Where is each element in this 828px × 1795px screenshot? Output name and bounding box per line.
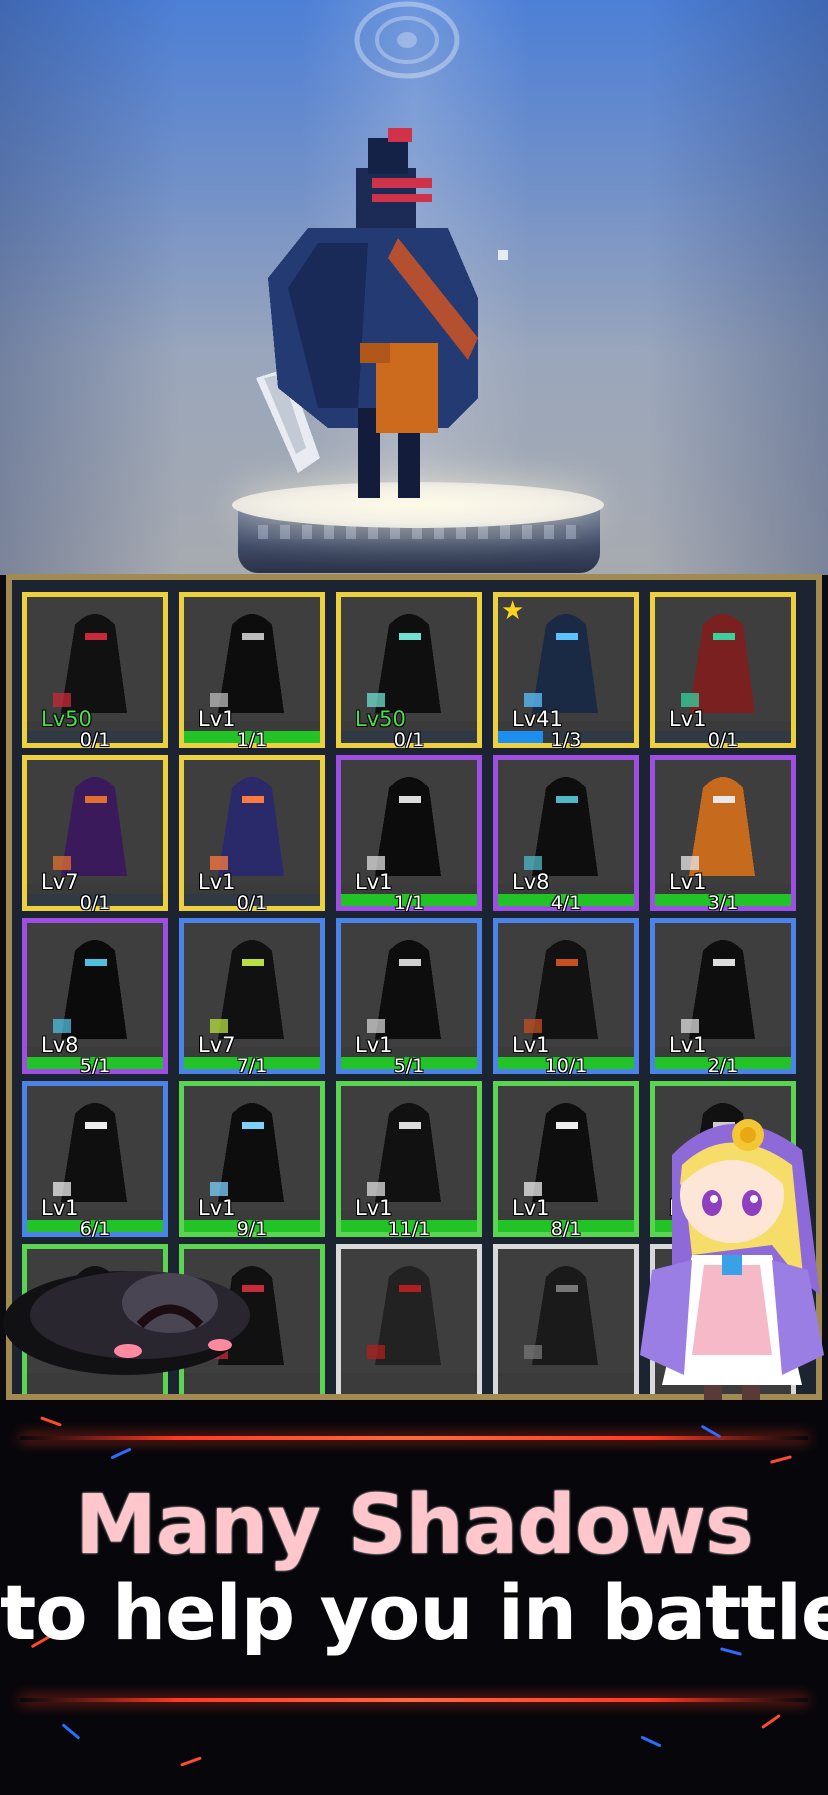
- stage-shade-right: [648, 0, 828, 575]
- shadow-card[interactable]: Lv50 0/1: [336, 592, 482, 751]
- shadow-card[interactable]: Lv1 10/1: [493, 918, 639, 1077]
- promo-banner: Many Shadows to help you in battle: [0, 1400, 828, 1795]
- favorite-star-icon: ★: [501, 596, 525, 626]
- shadow-portrait: [655, 597, 791, 721]
- shadow-card[interactable]: Lv1 3/1: [650, 755, 796, 914]
- shard-count-label: 11/1: [387, 1218, 431, 1240]
- shadow-portrait: [184, 597, 320, 721]
- blob-mascot: [3, 1271, 250, 1375]
- shard-count-label: 1/1: [236, 729, 268, 751]
- spark-decoration: [761, 1713, 781, 1730]
- shadow-card[interactable]: Lv1 0/1: [179, 755, 325, 914]
- shadow-portrait: [341, 597, 477, 721]
- shadow-card[interactable]: Lv8 4/1: [493, 755, 639, 914]
- shadow-level-label: Lv1: [512, 1196, 550, 1220]
- headline-line-1: Many Shadows: [75, 1478, 754, 1573]
- shadow-level-label: Lv1: [355, 870, 393, 894]
- shadow-level-label: Lv1: [355, 1196, 393, 1220]
- shadow-card[interactable]: Lv1 5/1: [336, 918, 482, 1077]
- shadow-card[interactable]: Lv1 1/1: [179, 592, 325, 751]
- shard-count-label: 8/1: [550, 1218, 582, 1240]
- shadow-portrait: [27, 923, 163, 1047]
- shadow-portrait: [27, 597, 163, 721]
- shadow-portrait: [184, 760, 320, 884]
- shadow-level-label: Lv41: [512, 707, 563, 731]
- shadow-card[interactable]: Lv1 2/1: [650, 918, 796, 1077]
- shadow-portrait: [655, 923, 791, 1047]
- shard-count-label: 9/1: [236, 1218, 268, 1240]
- shadow-card[interactable]: Lv1 11/1: [336, 1081, 482, 1240]
- shadow-level-label: Lv8: [41, 1033, 79, 1057]
- shadow-portrait: [498, 1249, 634, 1373]
- shadow-card[interactable]: Lv8 5/1: [22, 918, 168, 1077]
- shard-count-label: 0/1: [393, 729, 425, 751]
- shadow-portrait: [341, 1249, 477, 1373]
- shadow-portrait: [184, 1086, 320, 1210]
- shadow-portrait: [498, 923, 634, 1047]
- shadow-portrait: [655, 760, 791, 884]
- shadow-level-label: Lv1: [512, 1033, 550, 1057]
- shard-count-label: 0/1: [79, 729, 111, 751]
- shadow-level-label: Lv1: [355, 1033, 393, 1057]
- shadow-level-label: Lv1: [41, 1196, 79, 1220]
- shadow-level-label: Lv50: [355, 707, 406, 731]
- shard-count-label: 6/1: [79, 1218, 111, 1240]
- shadow-portrait: [498, 760, 634, 884]
- shadow-portrait: [341, 1086, 477, 1210]
- spark-decoration: [40, 1416, 62, 1427]
- stage-shade-left: [0, 0, 180, 575]
- headline-line-2: to help you in battle: [0, 1568, 828, 1657]
- shard-count-label: 0/1: [79, 892, 111, 914]
- shadow-knight-sprite: [256, 128, 508, 498]
- shadow-portrait: [341, 760, 477, 884]
- shadow-card[interactable]: Lv50 0/1: [22, 592, 168, 751]
- shard-count-label: 5/1: [393, 1055, 425, 1077]
- guide-girl-mascot: [640, 1119, 824, 1430]
- spark-decoration: [61, 1723, 81, 1740]
- shadow-portrait: [27, 1086, 163, 1210]
- spark-decoration: [110, 1447, 132, 1460]
- shadow-card[interactable]: Lv1 6/1: [22, 1081, 168, 1240]
- shard-count-label: 7/1: [236, 1055, 268, 1077]
- shard-count-label: 4/1: [550, 892, 582, 914]
- shard-count-label: 5/1: [79, 1055, 111, 1077]
- shadow-card[interactable]: Lv1 9/1: [179, 1081, 325, 1240]
- shadow-level-label: Lv1: [669, 1033, 707, 1057]
- shadow-card[interactable]: [493, 1244, 639, 1394]
- shadow-level-label: Lv1: [198, 1196, 236, 1220]
- shadow-card[interactable]: Lv1 1/1: [336, 755, 482, 914]
- shard-count-label: 10/1: [544, 1055, 588, 1077]
- shard-count-label: 3/1: [707, 892, 739, 914]
- shadow-level-label: Lv7: [41, 870, 79, 894]
- shadow-level-label: Lv1: [198, 870, 236, 894]
- banner-glow-bottom: [20, 1698, 808, 1702]
- spark-decoration: [640, 1735, 662, 1748]
- shadow-card[interactable]: Lv1 8/1: [493, 1081, 639, 1240]
- shadow-level-label: Lv50: [41, 707, 92, 731]
- shadow-card[interactable]: Lv1 0/1: [650, 592, 796, 751]
- shadow-card[interactable]: Lv7 7/1: [179, 918, 325, 1077]
- shard-count-label: 2/1: [707, 1055, 739, 1077]
- shadow-portrait: [341, 923, 477, 1047]
- shadow-card[interactable]: ★ Lv41 1/3: [493, 592, 639, 751]
- shard-count-label: 0/1: [236, 892, 268, 914]
- shadow-portrait: [184, 923, 320, 1047]
- shard-count-label: 1/3: [550, 729, 582, 751]
- shadow-level-label: Lv1: [669, 707, 707, 731]
- shadow-card[interactable]: Lv7 0/1: [22, 755, 168, 914]
- shadow-level-label: Lv1: [198, 707, 236, 731]
- shadow-level-label: Lv7: [198, 1033, 236, 1057]
- shard-count-label: 1/1: [393, 892, 425, 914]
- summon-halo-icon: [354, 1, 460, 79]
- banner-glow-top: [20, 1436, 808, 1440]
- shadow-preview-stage: [0, 0, 828, 575]
- spark-decoration: [769, 1455, 793, 1464]
- shadow-portrait: [498, 1086, 634, 1210]
- shadow-level-label: Lv8: [512, 870, 550, 894]
- shadow-card[interactable]: [336, 1244, 482, 1394]
- spark-decoration: [180, 1756, 202, 1767]
- shadow-portrait: [27, 760, 163, 884]
- shard-count-label: 0/1: [707, 729, 739, 751]
- shadow-level-label: Lv1: [669, 870, 707, 894]
